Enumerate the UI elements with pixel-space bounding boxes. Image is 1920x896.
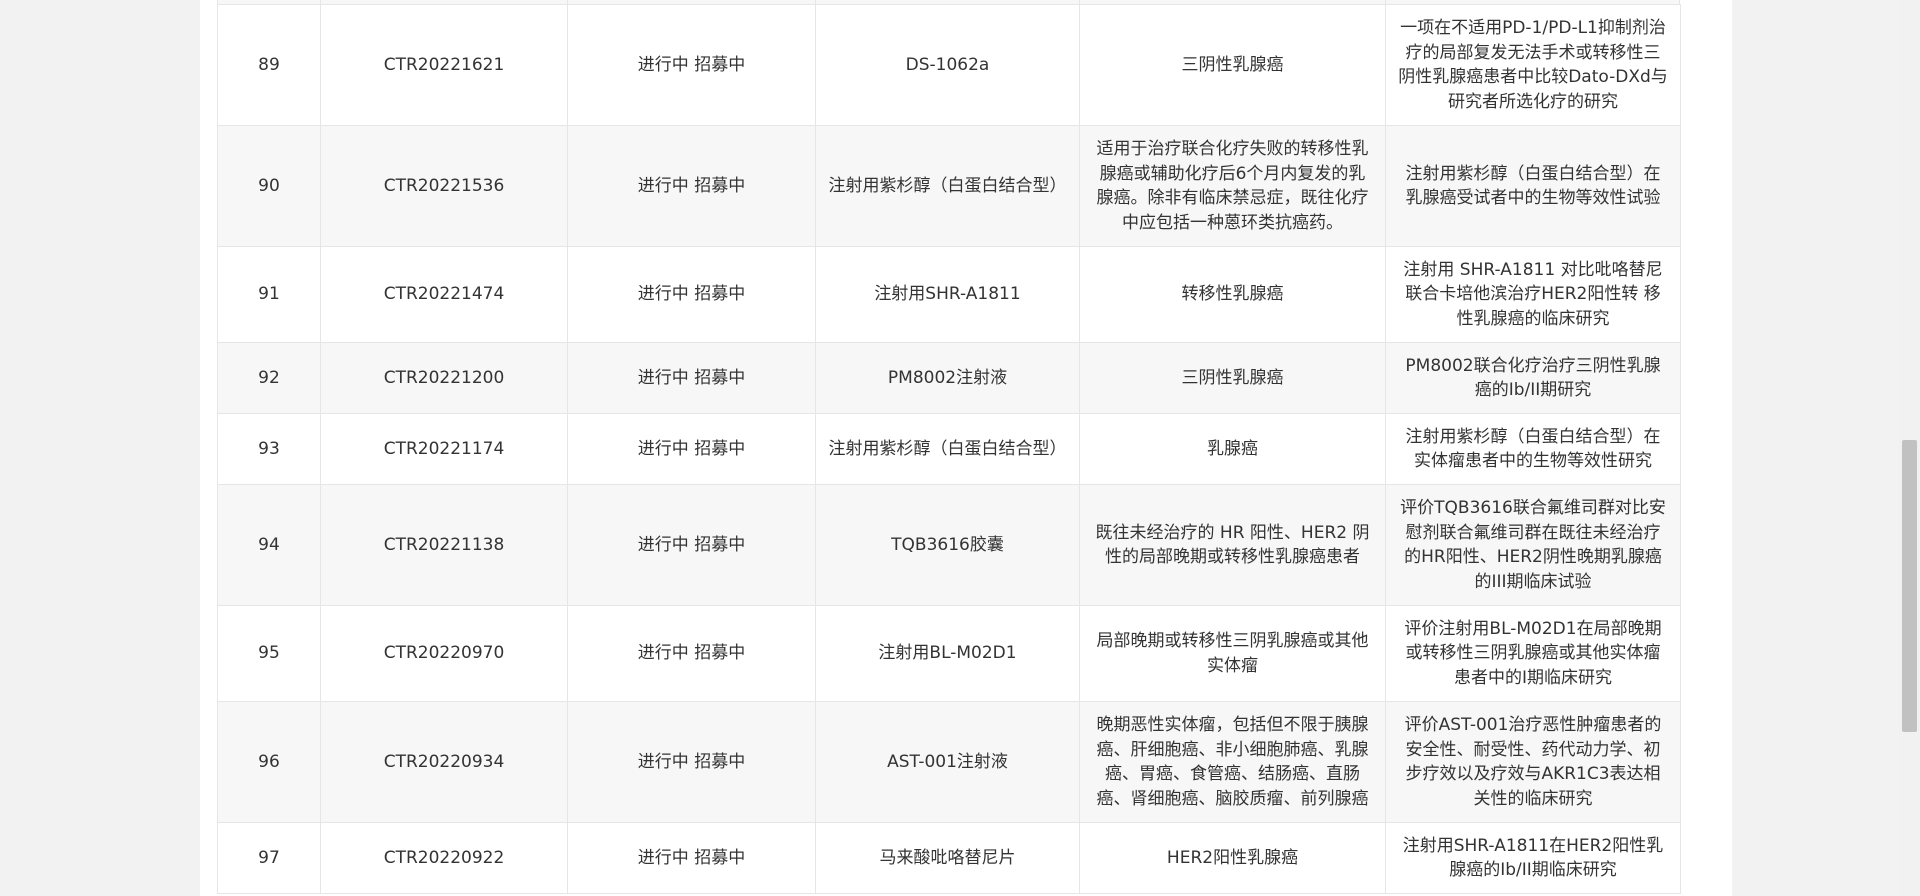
indication-cell: 乳腺癌 — [1079, 413, 1386, 485]
drug-name-cell: 马来酸吡咯替尼片 — [815, 822, 1080, 894]
drug-name-cell: PM8002注射液 — [815, 342, 1080, 414]
table-row[interactable]: 96 CTR20220934 进行中 招募中 AST-001注射液 晚期恶性实体… — [217, 701, 1681, 823]
drug-name-cell: DS-1062a — [815, 4, 1080, 126]
row-index-cell: 95 — [217, 605, 321, 702]
row-index-cell: 97 — [217, 822, 321, 894]
row-index-cell: 89 — [217, 4, 321, 126]
table-row[interactable]: 90 CTR20221536 进行中 招募中 注射用紫杉醇（白蛋白结合型） 适用… — [217, 125, 1681, 247]
indication-cell: HER2阳性乳腺癌 — [1079, 822, 1386, 894]
trial-title-cell: 注射用紫杉醇（白蛋白结合型）在乳腺癌受试者中的生物等效性试验 — [1385, 125, 1681, 247]
registration-number-cell: CTR20221174 — [320, 413, 568, 485]
row-index-cell: 92 — [217, 342, 321, 414]
trial-title-cell: 一项在不适用PD-1/PD-L1抑制剂治疗的局部复发无法手术或转移性三阴性乳腺癌… — [1385, 4, 1681, 126]
registration-number-cell: CTR20220970 — [320, 605, 568, 702]
trial-status-cell: 进行中 招募中 — [567, 605, 816, 702]
registration-number-cell: CTR20220922 — [320, 822, 568, 894]
indication-cell: 晚期恶性实体瘤，包括但不限于胰腺癌、肝细胞癌、非小细胞肺癌、乳腺癌、胃癌、食管癌… — [1079, 701, 1386, 823]
trial-status-cell: 进行中 招募中 — [567, 4, 816, 126]
indication-cell: 转移性乳腺癌 — [1079, 246, 1386, 343]
registration-number-cell: CTR20221536 — [320, 125, 568, 247]
table-row[interactable]: 89 CTR20221621 进行中 招募中 DS-1062a 三阴性乳腺癌 一… — [217, 4, 1681, 126]
table-row[interactable]: 94 CTR20221138 进行中 招募中 TQB3616胶囊 既往未经治疗的… — [217, 484, 1681, 606]
table-row[interactable]: 93 CTR20221174 进行中 招募中 注射用紫杉醇（白蛋白结合型） 乳腺… — [217, 413, 1681, 485]
row-index-cell: 93 — [217, 413, 321, 485]
table-row[interactable]: 97 CTR20220922 进行中 招募中 马来酸吡咯替尼片 HER2阳性乳腺… — [217, 822, 1681, 894]
row-index-cell: 90 — [217, 125, 321, 247]
trial-status-cell: 进行中 招募中 — [567, 822, 816, 894]
table-row[interactable]: 91 CTR20221474 进行中 招募中 注射用SHR-A1811 转移性乳… — [217, 246, 1681, 343]
table-row[interactable]: 95 CTR20220970 进行中 招募中 注射用BL-M02D1 局部晚期或… — [217, 605, 1681, 702]
trial-status-cell: 进行中 招募中 — [567, 342, 816, 414]
trial-title-cell: 评价AST-001治疗恶性肿瘤患者的安全性、耐受性、药代动力学、初步疗效以及疗效… — [1385, 701, 1681, 823]
indication-cell: 局部晚期或转移性三阴乳腺癌或其他实体瘤 — [1079, 605, 1386, 702]
trial-status-cell: 进行中 招募中 — [567, 125, 816, 247]
indication-cell: 适用于治疗联合化疗失败的转移性乳腺癌或辅助化疗后6个月内复发的乳腺癌。除非有临床… — [1079, 125, 1386, 247]
table-row[interactable]: 92 CTR20221200 进行中 招募中 PM8002注射液 三阴性乳腺癌 … — [217, 342, 1681, 414]
drug-name-cell: TQB3616胶囊 — [815, 484, 1080, 606]
vertical-scrollbar[interactable] — [1899, 0, 1920, 896]
trial-title-cell: 评价注射用BL-M02D1在局部晚期或转移性三阴乳腺癌或其他实体瘤患者中的I期临… — [1385, 605, 1681, 702]
registration-number-cell: CTR20221138 — [320, 484, 568, 606]
trial-status-cell: 进行中 招募中 — [567, 701, 816, 823]
registration-number-cell: CTR20221200 — [320, 342, 568, 414]
scrollbar-thumb[interactable] — [1902, 440, 1917, 732]
indication-cell: 三阴性乳腺癌 — [1079, 4, 1386, 126]
main-content: 89 CTR20221621 进行中 招募中 DS-1062a 三阴性乳腺癌 一… — [200, 0, 1732, 896]
trial-title-cell: 注射用 SHR-A1811 对比吡咯替尼联合卡培他滨治疗HER2阳性转 移性乳腺… — [1385, 246, 1681, 343]
indication-cell: 三阴性乳腺癌 — [1079, 342, 1386, 414]
trial-status-cell: 进行中 招募中 — [567, 246, 816, 343]
trial-status-cell: 进行中 招募中 — [567, 413, 816, 485]
trial-status-cell: 进行中 招募中 — [567, 484, 816, 606]
page: 89 CTR20221621 进行中 招募中 DS-1062a 三阴性乳腺癌 一… — [0, 0, 1920, 896]
drug-name-cell: 注射用BL-M02D1 — [815, 605, 1080, 702]
registration-number-cell: CTR20220934 — [320, 701, 568, 823]
registration-number-cell: CTR20221621 — [320, 4, 568, 126]
trial-title-cell: PM8002联合化疗治疗三阴性乳腺癌的Ib/II期研究 — [1385, 342, 1681, 414]
trial-title-cell: 评价TQB3616联合氟维司群对比安慰剂联合氟维司群在既往未经治疗的HR阳性、H… — [1385, 484, 1681, 606]
registration-number-cell: CTR20221474 — [320, 246, 568, 343]
drug-name-cell: AST-001注射液 — [815, 701, 1080, 823]
trial-title-cell: 注射用SHR-A1811在HER2阳性乳腺癌的Ib/II期临床研究 — [1385, 822, 1681, 894]
drug-name-cell: 注射用SHR-A1811 — [815, 246, 1080, 343]
row-index-cell: 94 — [217, 484, 321, 606]
drug-name-cell: 注射用紫杉醇（白蛋白结合型） — [815, 413, 1080, 485]
drug-name-cell: 注射用紫杉醇（白蛋白结合型） — [815, 125, 1080, 247]
row-index-cell: 91 — [217, 246, 321, 343]
row-index-cell: 96 — [217, 701, 321, 823]
clinical-trials-table: 89 CTR20221621 进行中 招募中 DS-1062a 三阴性乳腺癌 一… — [217, 4, 1681, 894]
indication-cell: 既往未经治疗的 HR 阳性、HER2 阴性的局部晚期或转移性乳腺癌患者 — [1079, 484, 1386, 606]
trial-title-cell: 注射用紫杉醇（白蛋白结合型）在实体瘤患者中的生物等效性研究 — [1385, 413, 1681, 485]
